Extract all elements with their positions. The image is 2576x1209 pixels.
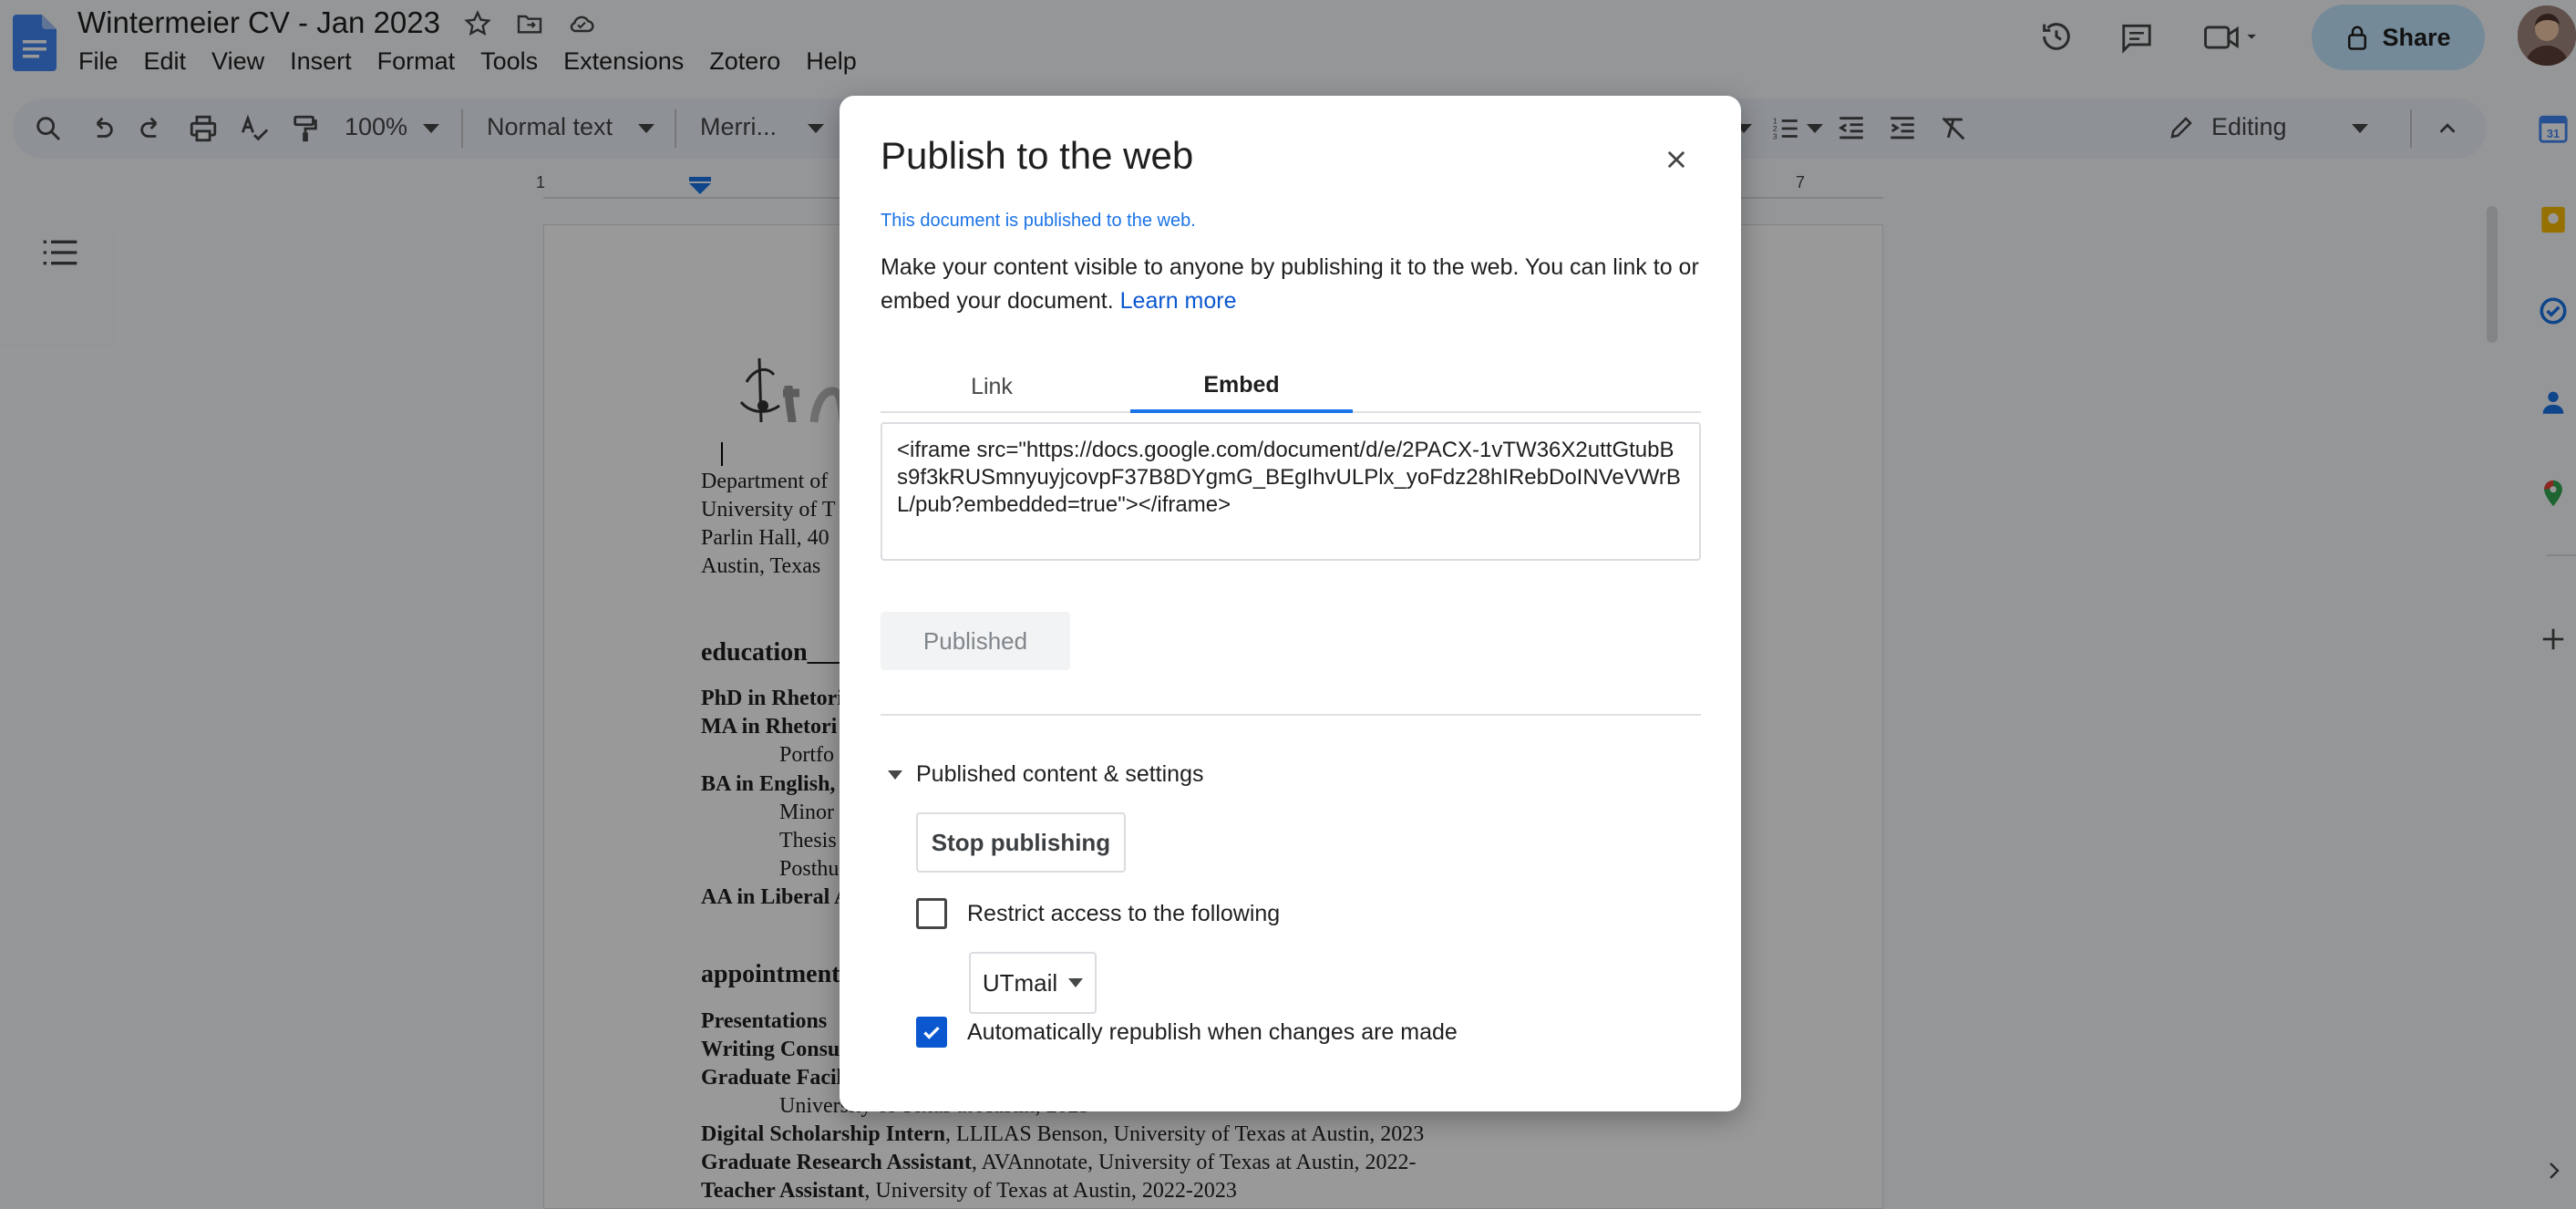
description-text: Make your content visible to anyone by p… — [881, 254, 1699, 314]
auto-republish-label: Automatically republish when changes are… — [967, 1018, 1458, 1045]
domain-value: UTmail — [982, 968, 1058, 997]
publish-status: This document is published to the web. — [881, 211, 1196, 231]
embed-code-textarea[interactable]: <iframe src="https://docs.google.com/doc… — [881, 422, 1701, 561]
checkmark-icon — [923, 1026, 940, 1039]
publish-tabs: Link Embed — [881, 360, 1701, 413]
restrict-access-label: Restrict access to the following — [967, 900, 1281, 926]
settings-label: Published content & settings — [916, 761, 1204, 787]
domain-dropdown-icon — [1068, 978, 1084, 987]
domain-select[interactable]: UTmail — [969, 952, 1097, 1014]
dialog-divider — [881, 714, 1701, 716]
close-icon — [1667, 150, 1685, 169]
published-button: Published — [881, 612, 1070, 670]
stop-publishing-button[interactable]: Stop publishing — [916, 812, 1126, 873]
restrict-access-row: Restrict access to the following — [916, 898, 1280, 929]
restrict-access-checkbox[interactable] — [916, 898, 947, 929]
tab-link[interactable]: Link — [881, 360, 1103, 413]
dialog-title: Publish to the web — [881, 134, 1194, 177]
tab-embed[interactable]: Embed — [1130, 360, 1353, 413]
auto-republish-row: Automatically republish when changes are… — [916, 1017, 1458, 1048]
publish-dialog: Publish to the web This document is publ… — [840, 96, 1741, 1111]
caret-down-icon — [888, 770, 902, 780]
published-settings-toggle[interactable]: Published content & settings — [887, 761, 1203, 788]
dialog-description: Make your content visible to anyone by p… — [881, 251, 1701, 318]
close-button[interactable] — [1656, 140, 1696, 180]
auto-republish-checkbox[interactable] — [916, 1017, 947, 1048]
learn-more-link[interactable]: Learn more — [1120, 288, 1237, 314]
